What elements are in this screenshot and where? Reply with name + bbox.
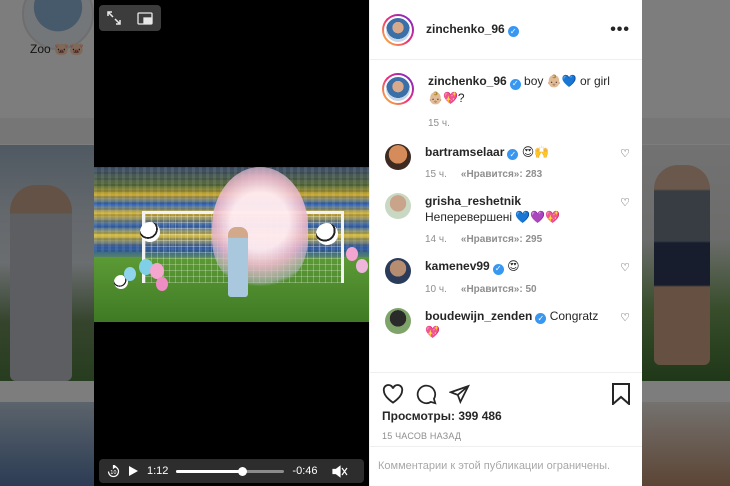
views-count[interactable]: Просмотры: 399 486	[382, 409, 630, 423]
picture-in-picture-icon[interactable]	[137, 11, 153, 25]
post-timestamp[interactable]: 15 ЧАСОВ НАЗАД	[382, 431, 630, 441]
comment-time[interactable]: 10 ч.	[425, 282, 447, 298]
comment-likes[interactable]: «Нравится»: 50	[461, 282, 537, 298]
fullscreen-icon[interactable]	[107, 11, 121, 25]
like-comment-heart-icon[interactable]: ♡	[620, 147, 630, 160]
commenter-avatar[interactable]	[385, 143, 411, 170]
comments-list: zinchenko_96 ✓ boy 👶🏼💙 or girl 👶🏼💖? 15 ч.…	[370, 61, 642, 371]
commenter-username[interactable]: boudewijn_zenden ✓	[425, 309, 547, 324]
comment-time[interactable]: 15 ч.	[425, 167, 447, 183]
post-header: zinchenko_96 ✓ •••	[370, 0, 642, 60]
comment-item: grisha_reshetnik Неперевершені 💙💜💖 14 ч.…	[382, 193, 630, 248]
comments-restricted-notice: Комментарии к этой публикации ограничены…	[370, 446, 642, 486]
commenter-username[interactable]: bartramselaar ✓	[425, 145, 519, 160]
comment-bubble-icon[interactable]	[416, 384, 437, 405]
replay-10-icon[interactable]: 10	[107, 464, 120, 478]
remaining-time: -0:46	[292, 465, 318, 477]
post-side-panel: zinchenko_96 ✓ ••• zinchenko_96 ✓ boy 👶🏼💙 …	[369, 0, 642, 486]
video-control-bar: 10 1:12 -0:46	[99, 459, 364, 483]
caption-time[interactable]: 15 ч.	[428, 116, 450, 132]
more-options-icon[interactable]: •••	[610, 21, 630, 39]
comment-time[interactable]: 14 ч.	[425, 232, 447, 248]
comment-text: 😍	[507, 259, 520, 273]
verified-badge-icon: ✓	[535, 313, 547, 324]
like-heart-icon[interactable]	[382, 384, 404, 404]
video-scrubber-handle[interactable]	[238, 466, 248, 476]
author-avatar[interactable]	[382, 73, 414, 105]
comment-likes[interactable]: «Нравится»: 283	[461, 167, 542, 183]
verified-badge-icon: ✓	[507, 149, 519, 160]
current-time: 1:12	[147, 465, 169, 477]
commenter-avatar[interactable]	[385, 307, 411, 334]
mute-icon[interactable]	[331, 464, 348, 478]
video-frame[interactable]	[94, 167, 369, 322]
comment-text: 😍🙌	[521, 144, 550, 159]
caption: zinchenko_96 ✓ boy 👶🏼💙 or girl 👶🏼💖? 15 ч.	[382, 73, 630, 132]
author-username[interactable]: zinchenko_96 ✓	[428, 74, 521, 90]
post-actions: Просмотры: 399 486 15 ЧАСОВ НАЗАД	[370, 372, 642, 441]
author-avatar[interactable]	[382, 13, 414, 46]
video-top-controls	[99, 5, 161, 31]
comment-item: bartramselaar ✓ 😍🙌 15 ч. «Нравится»: 283 ♡	[382, 143, 630, 184]
comment-likes[interactable]: «Нравится»: 295	[461, 232, 542, 248]
play-icon[interactable]	[128, 465, 139, 477]
comment-item: boudewijn_zenden ✓ Congratz 💖 ♡	[382, 307, 630, 341]
verified-badge-icon: ✓	[492, 263, 504, 275]
verified-badge-icon: ✓	[509, 78, 521, 90]
commenter-username[interactable]: grisha_reshetnik	[425, 194, 521, 208]
save-bookmark-icon[interactable]	[612, 383, 630, 405]
commenter-avatar[interactable]	[385, 258, 411, 284]
post-modal: 10 1:12 -0:46 zinchenko_96 ✓ ••• zinchen…	[94, 0, 642, 486]
video-progress-fill	[176, 469, 243, 473]
like-comment-heart-icon[interactable]: ♡	[620, 261, 630, 274]
video-scrubber[interactable]	[176, 466, 285, 476]
like-comment-heart-icon[interactable]: ♡	[620, 196, 630, 209]
author-username[interactable]: zinchenko_96 ✓	[426, 22, 519, 37]
like-comment-heart-icon[interactable]: ♡	[620, 311, 630, 324]
verified-badge-icon: ✓	[507, 26, 519, 37]
share-paper-plane-icon[interactable]	[449, 384, 470, 404]
svg-text:10: 10	[110, 470, 116, 476]
commenter-avatar[interactable]	[385, 193, 411, 219]
video-player[interactable]: 10 1:12 -0:46	[94, 0, 369, 486]
comment-item: kamenev99 ✓ 😍 10 ч. «Нравится»: 50 ♡	[382, 258, 630, 298]
commenter-username[interactable]: kamenev99 ✓	[425, 259, 504, 275]
comment-text: Неперевершені 💙💜💖	[425, 210, 561, 224]
